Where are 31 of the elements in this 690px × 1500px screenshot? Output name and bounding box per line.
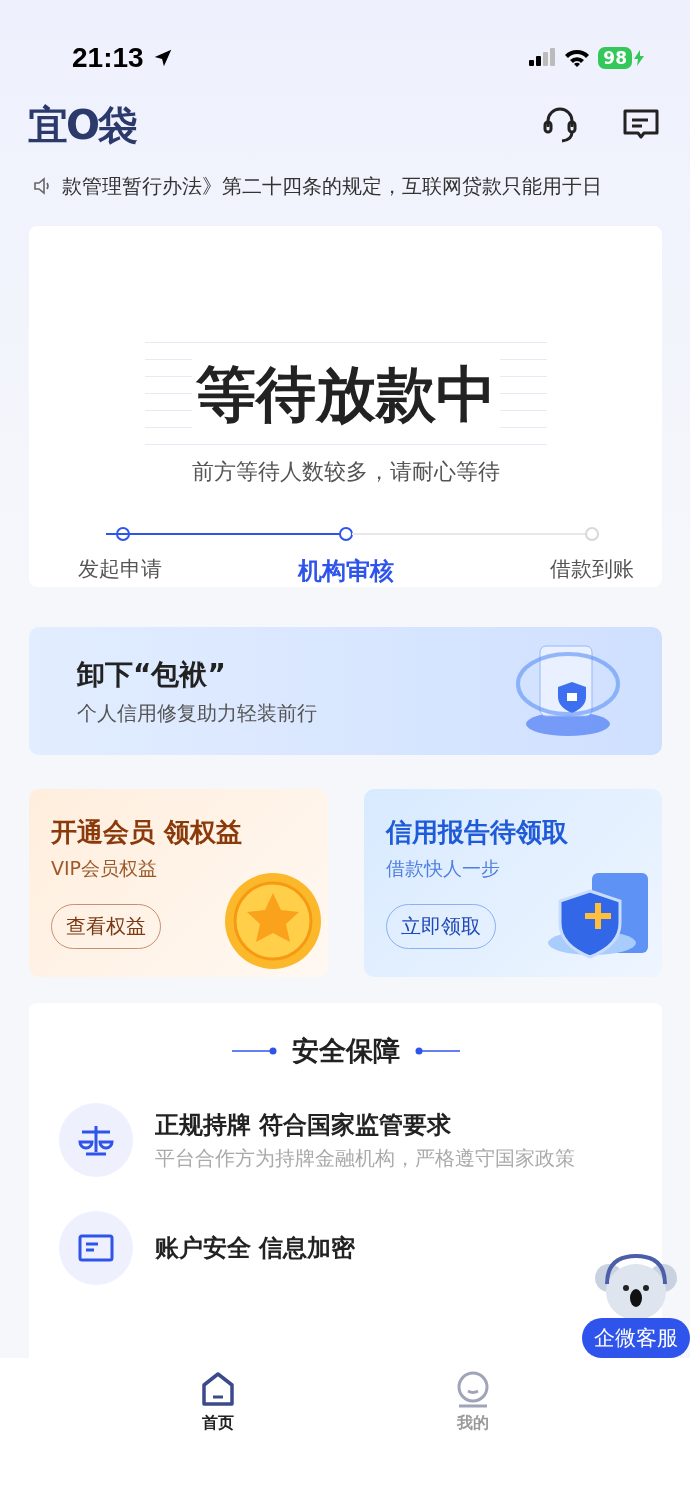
security-item-title: 账户安全 信息加密 — [155, 1233, 356, 1264]
step-label: 机构审核 — [297, 556, 394, 587]
step-label: 借款到账 — [549, 556, 634, 583]
tab-item[interactable]: 首页 — [193, 1370, 242, 1435]
customer-service-button[interactable]: 企微客服 — [582, 1318, 690, 1358]
promo-card[interactable]: 开通会员 领权益 VIP会员权益 查看权益 — [29, 789, 328, 977]
security-item-subtitle: 平台合作方为持牌金融机构，严格遵守国家政策 — [155, 1144, 575, 1172]
divider-ornament-icon — [231, 1047, 278, 1055]
promo-card[interactable]: 信用报告待领取 借款快人一步 立即领取 — [363, 789, 662, 977]
divider-ornament-icon — [413, 1047, 460, 1055]
promo-subtitle: 借款快人一步 — [385, 856, 500, 881]
notice-text: 款管理暂行办法》第二十四条的规定，互联网贷款只能用于日 — [62, 172, 602, 200]
status-time: 21:13 — [72, 42, 144, 74]
signal-icon — [528, 48, 557, 68]
step-label: 发起申请 — [77, 556, 162, 583]
banner-subtitle: 个人信用修复助力轻装前行 — [77, 699, 317, 727]
promo-title: 信用报告待领取 — [385, 816, 568, 849]
app-logo: 宜O袋 — [28, 100, 136, 150]
home-icon — [199, 1371, 236, 1409]
battery-level: 98 — [598, 47, 632, 69]
banner-title: 卸下“包袱” — [77, 656, 227, 693]
wifi-icon — [564, 48, 591, 68]
speaker-icon — [32, 176, 52, 196]
promo-subtitle: VIP会员权益 — [51, 856, 158, 881]
promo-banner[interactable]: 卸下“包袱” 个人信用修复助力轻装前行 — [29, 627, 662, 755]
security-item-title: 正规持牌 符合国家监管要求 — [155, 1109, 453, 1141]
security-title: 安全保障 — [291, 1034, 400, 1068]
status-subtitle: 前方等待人数较多，请耐心等待 — [191, 458, 500, 486]
promo-title: 开通会员 领权益 — [51, 816, 243, 849]
headset-icon[interactable] — [542, 105, 578, 145]
charging-bolt-icon — [634, 50, 644, 66]
